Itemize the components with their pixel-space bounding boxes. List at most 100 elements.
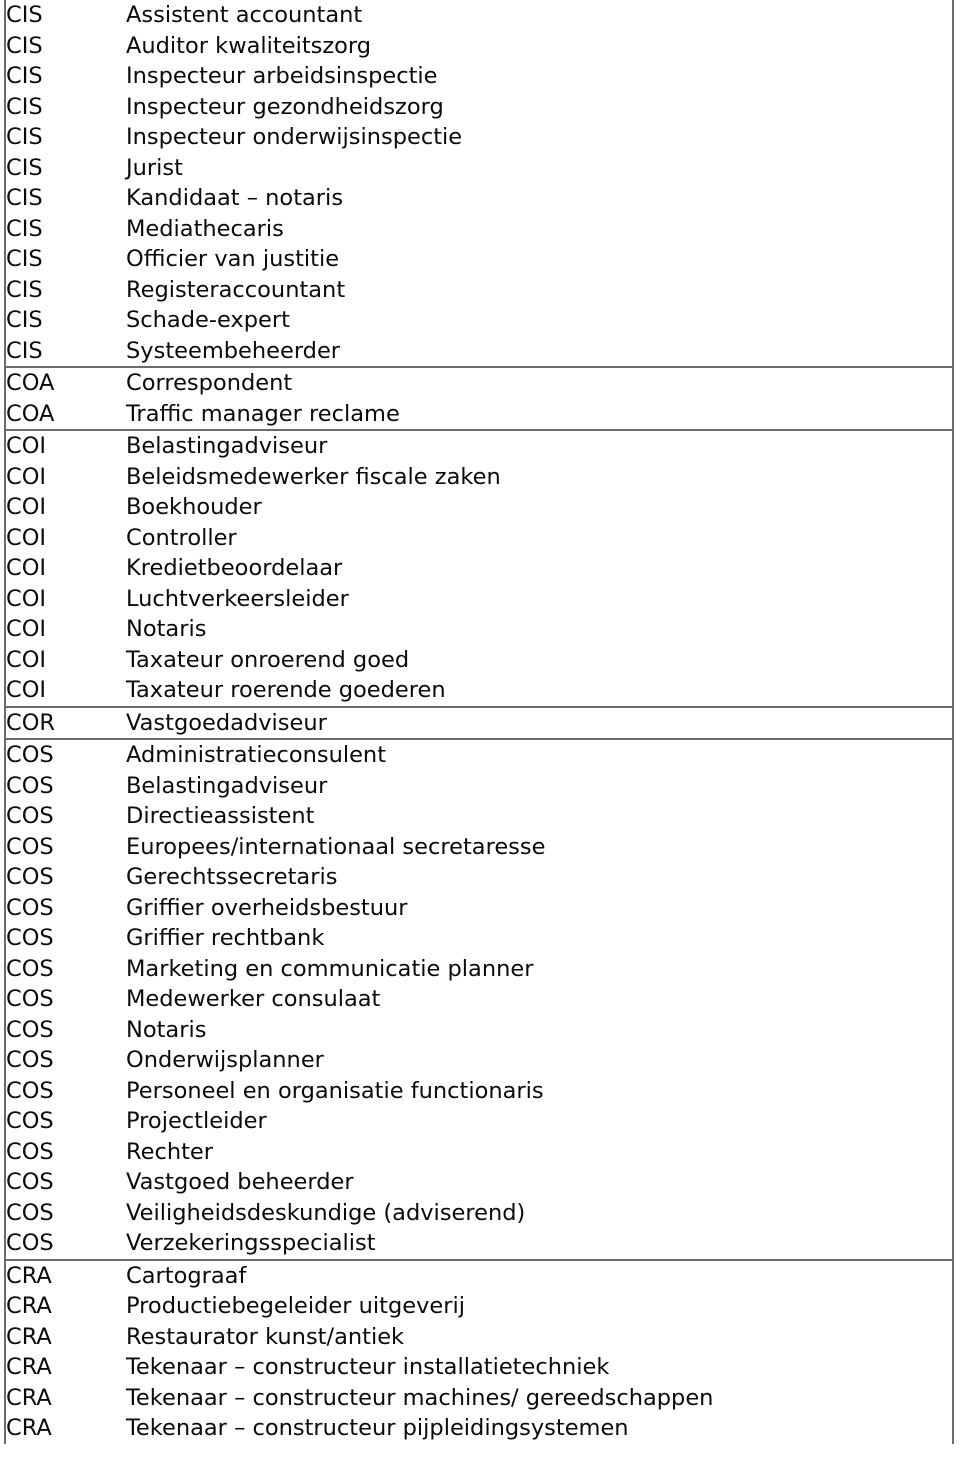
cell-title: Systeembeheerder [126,337,341,364]
cell-code: COS [6,1169,54,1195]
cell-code: CIS [6,307,43,333]
cell-code: COI [6,555,47,581]
job-codes-table: CIS Assistent accountant CIS Auditor kwalit… [4,0,954,1444]
table-row: COI Taxateur roerende goederen [5,675,953,707]
cell-code: CRA [6,1415,52,1441]
cell-title: Vastgoed beheerder [126,1169,354,1195]
cell-title: Traffic manager reclame [126,400,400,427]
cell-code: CRA [6,1354,52,1380]
cell-title: Kandidaat – notaris [126,185,344,211]
cell-code: COA [5,366,126,399]
table-row: COS Projectleider [5,1106,953,1137]
table-row: CIS Auditor kwaliteitszorg [5,31,953,62]
cell-code: CIS [6,246,43,272]
cell-code: COI [6,616,47,642]
table-row: CIS Inspecteur onderwijsinspectie [5,122,953,153]
table-row: COS Griffier rechtbank [5,923,953,954]
cell-title: Cartograaf [126,1258,953,1291]
cell-code: COS [6,772,54,799]
cell-code: COS [6,1047,54,1073]
cell-title: Administratieconsulent [126,738,953,771]
cell-code: COS [6,894,54,921]
cell-code: COI [5,429,126,462]
cell-title: Notaris [126,616,207,642]
cell-code: COS [5,738,126,771]
table-row: COA Correspondent [5,366,953,399]
cell-title: Taxateur roerende goederen [126,677,446,703]
cell-code: COI [6,463,47,490]
table-row: CIS Inspecteur arbeidsinspectie [5,61,953,92]
table-row: CIS Jurist [5,153,953,184]
table-row: COI Taxateur onroerend goed [5,645,953,676]
cell-code: COS [6,803,54,829]
cell-code: COS [6,925,54,951]
table-row: CRA Tekenaar – constructeur installatiete… [5,1352,953,1383]
cell-title: Schade-expert [126,307,290,333]
cell-code: CRA [6,1384,52,1411]
table-row: CIS Kandidaat – notaris [5,183,953,214]
cell-code: COS [6,986,54,1012]
cell-title: Tekenaar – constructeur machines/ gereed… [126,1384,714,1411]
cell-title: Kredietbeoordelaar [126,555,343,581]
cell-code: COI [6,524,47,551]
cell-title: Vastgoedadviseur [126,705,953,739]
cell-title: Inspecteur onderwijsinspectie [126,124,463,150]
cell-code: CIS [6,276,43,303]
cell-code: CRA [5,1258,126,1291]
cell-code: COS [6,1108,54,1134]
table-row: CIS Systeembeheerder [5,336,953,368]
table-row: COS Personeel en organisatie functionaris [5,1076,953,1107]
table-row: COS Belastingadviseur [5,771,953,802]
cell-title: Tekenaar – constructeur installatietechn… [126,1354,610,1380]
table-row: CIS Assistent accountant [5,0,953,31]
table-row: COI Controller [5,523,953,554]
table-row: CRA Cartograaf [5,1258,953,1291]
cell-title: Belastingadviseur [126,772,328,799]
cell-code: COS [6,1230,54,1256]
cell-title: Correspondent [126,366,953,399]
table-row: COS Marketing en communicatie planner [5,954,953,985]
cell-code: CIS [6,2,43,28]
cell-title: Onderwijsplanner [126,1047,324,1073]
table-row: COS Medewerker consulaat [5,984,953,1015]
cell-title: Boekhouder [126,494,262,520]
table-row: CRA Restaurator kunst/antiek [5,1322,953,1353]
cell-code: COI [6,585,47,612]
table-row: CRA Tekenaar – constructeur pijpleidingsy… [5,1413,953,1444]
table-row: COI Notaris [5,614,953,645]
cell-title: Inspecteur gezondheidszorg [126,93,444,120]
cell-code: COS [6,1016,54,1043]
cell-title: Controller [126,524,237,551]
cell-title: Gerechtssecretaris [126,864,338,890]
table-row: COS Rechter [5,1137,953,1168]
cell-code: COS [6,1199,54,1226]
cell-title: Restaurator kunst/antiek [126,1323,405,1350]
cell-code: CRA [6,1293,52,1319]
cell-code: COR [5,705,126,739]
table-row: COI Boekhouder [5,492,953,523]
table-row: COS Onderwijsplanner [5,1045,953,1076]
table-row: CIS Mediathecaris [5,214,953,245]
document-page: CIS Assistent accountant CIS Auditor kwalit… [0,0,960,1468]
cell-title: Belastingadviseur [126,429,953,462]
cell-code: CIS [6,32,43,59]
cell-title: Tekenaar – constructeur pijpleidingsyste… [126,1415,629,1441]
cell-title: Projectleider [126,1108,267,1134]
table-row: COS Directieassistent [5,801,953,832]
cell-title: Luchtverkeersleider [126,585,349,612]
cell-title: Directieassistent [126,803,315,829]
table-row: CIS Schade-expert [5,305,953,336]
table-row: COS Verzekeringsspecialist [5,1228,953,1260]
cell-title: Mediathecaris [126,215,284,242]
cell-code: CIS [6,215,43,242]
cell-title: Registeraccountant [126,276,346,303]
table-row: COI Beleidsmedewerker fiscale zaken [5,462,953,493]
cell-title: Notaris [126,1016,207,1043]
table-row: COS Europees/internationaal secretaresse [5,832,953,863]
table-row: COS Griffier overheidsbestuur [5,893,953,924]
cell-title: Beleidsmedewerker fiscale zaken [126,463,501,490]
table-row: COS Notaris [5,1015,953,1046]
cell-code: CIS [6,124,43,150]
cell-title: Rechter [126,1138,214,1165]
table-row: CRA Productiebegeleider uitgeverij [5,1291,953,1322]
